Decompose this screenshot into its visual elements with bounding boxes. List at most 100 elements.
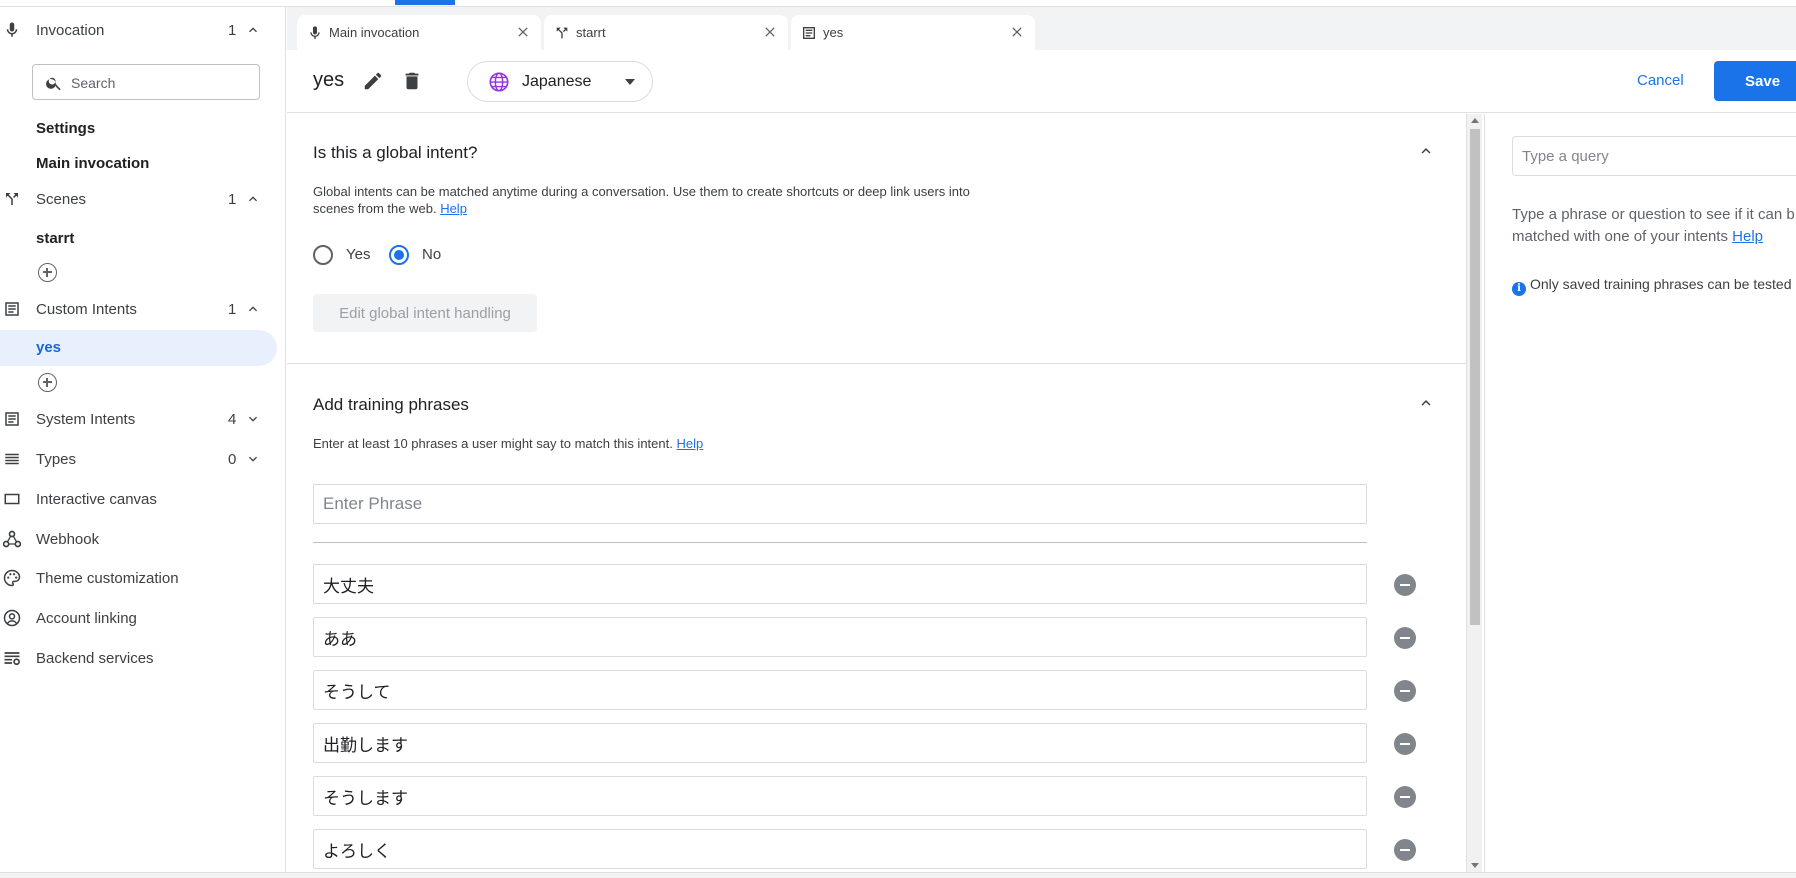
sidebar-item-label: yes	[36, 339, 62, 356]
training-phrases-title: Add training phrases	[313, 395, 469, 414]
test-panel-note: i Only saved training phrases can be test…	[1512, 276, 1792, 296]
test-panel-description: Type a phrase or question to see if it c…	[1512, 204, 1796, 248]
description-line-2: scenes from the web.	[313, 201, 437, 216]
bottom-border	[0, 872, 1796, 878]
global-intent-description: Global intents can be matched anytime du…	[313, 183, 970, 217]
info-icon: i	[1512, 282, 1526, 296]
sidebar-section-invocation[interactable]: Invocation 1	[0, 12, 286, 48]
test-panel: Type a phrase or question to see if it c…	[1484, 114, 1796, 872]
scroll-up-arrow-icon[interactable]	[1471, 118, 1479, 123]
top-progress-strip	[0, 0, 1796, 7]
remove-circle-icon[interactable]	[1394, 786, 1416, 808]
globe-icon	[489, 72, 509, 92]
sidebar-section-types[interactable]: Types 0	[0, 441, 286, 477]
help-link[interactable]: Help	[676, 436, 703, 451]
radio-no[interactable]	[389, 245, 409, 265]
remove-circle-icon[interactable]	[1394, 733, 1416, 755]
sidebar-section-label: Custom Intents	[36, 300, 137, 318]
sidebar-item-label: Interactive canvas	[36, 490, 157, 508]
sidebar-item-label: Webhook	[36, 530, 100, 548]
sidebar-item-account-linking[interactable]: Account linking	[0, 600, 286, 636]
chevron-up-icon[interactable]	[245, 301, 261, 317]
chevron-up-icon[interactable]	[245, 191, 261, 207]
training-phrase-input[interactable]	[313, 723, 1367, 763]
training-phrase-input[interactable]	[313, 670, 1367, 710]
global-intent-title: Is this a global intent?	[313, 143, 478, 162]
description-text: Enter at least 10 phrases a user might s…	[313, 436, 673, 451]
sidebar-item-webhook[interactable]: Webhook	[0, 521, 286, 557]
add-intent-icon[interactable]	[38, 373, 57, 392]
sidebar-item-scene-starrt[interactable]: starrt	[36, 230, 74, 247]
mic-icon	[0, 18, 24, 42]
save-button[interactable]: Save	[1714, 61, 1796, 101]
chevron-up-icon[interactable]	[1417, 142, 1435, 160]
enter-phrase-input[interactable]	[313, 484, 1367, 524]
sidebar-section-custom-intents[interactable]: Custom Intents 1	[0, 291, 286, 327]
sidebar-item-main-invocation[interactable]: Main invocation	[36, 155, 149, 172]
input-underline	[313, 542, 1367, 543]
sidebar-section-label: Types	[36, 450, 77, 468]
tab-label: Main invocation	[329, 25, 420, 40]
tab-main-invocation[interactable]: Main invocation	[297, 15, 541, 50]
sidebar-section-count: 4	[228, 410, 237, 428]
add-scene-icon[interactable]	[38, 263, 57, 282]
close-icon[interactable]	[515, 24, 531, 40]
description-line-2: matched with one of your intents	[1512, 228, 1728, 245]
sidebar-item-settings[interactable]: Settings	[36, 120, 95, 137]
list-icon	[0, 297, 24, 321]
sidebar-section-scenes[interactable]: Scenes 1	[0, 181, 286, 217]
tab-label: yes	[823, 25, 844, 40]
chevron-down-icon[interactable]	[245, 411, 261, 427]
remove-circle-icon[interactable]	[1394, 574, 1416, 596]
canvas-icon	[0, 487, 24, 511]
sidebar-item-backend-services[interactable]: Backend services	[0, 640, 286, 676]
scrollbar-thumb[interactable]	[1470, 129, 1480, 625]
close-icon[interactable]	[1009, 24, 1025, 40]
editor-scrollbar[interactable]	[1466, 114, 1482, 872]
list-icon	[803, 27, 815, 39]
sidebar-item-label: Account linking	[36, 609, 137, 627]
help-link[interactable]: Help	[1732, 228, 1763, 245]
scenes-icon	[0, 187, 24, 211]
edit-icon[interactable]	[362, 70, 384, 92]
tab-yes[interactable]: yes	[791, 15, 1035, 50]
remove-circle-icon[interactable]	[1394, 680, 1416, 702]
close-icon[interactable]	[762, 24, 778, 40]
sidebar-item-interactive-canvas[interactable]: Interactive canvas	[0, 481, 286, 517]
search-icon	[46, 77, 61, 91]
mic-icon	[310, 26, 320, 39]
training-phrase-input[interactable]	[313, 776, 1367, 816]
remove-circle-icon[interactable]	[1394, 627, 1416, 649]
delete-icon[interactable]	[401, 70, 423, 92]
help-link[interactable]: Help	[440, 201, 467, 216]
training-phrases-description: Enter at least 10 phrases a user might s…	[313, 435, 703, 452]
tab-starrt[interactable]: starrt	[544, 15, 788, 50]
tab-label: starrt	[576, 25, 606, 40]
sidebar-item-theme-customization[interactable]: Theme customization	[0, 560, 286, 596]
chevron-up-icon[interactable]	[245, 22, 261, 38]
page-title: yes	[313, 69, 345, 91]
intent-editor: Is this a global intent? Global intents …	[287, 114, 1467, 872]
language-select[interactable]: Japanese	[467, 61, 653, 102]
training-phrase-input[interactable]	[313, 564, 1367, 604]
training-phrase-input[interactable]	[313, 617, 1367, 657]
radio-yes[interactable]	[313, 245, 333, 265]
scroll-down-arrow-icon[interactable]	[1471, 863, 1479, 868]
account-icon	[0, 606, 24, 630]
chevron-up-icon[interactable]	[1417, 394, 1435, 412]
top-accent-bar	[395, 0, 455, 5]
sidebar-search-box	[32, 64, 260, 100]
section-divider	[287, 363, 1467, 364]
training-phrase-input[interactable]	[313, 829, 1367, 869]
sidebar-item-intent-yes[interactable]: yes	[0, 330, 277, 366]
note-text: Only saved training phrases can be teste…	[1530, 276, 1792, 292]
query-input[interactable]	[1512, 136, 1796, 176]
sidebar-section-system-intents[interactable]: System Intents 4	[0, 401, 286, 437]
cancel-button[interactable]: Cancel	[1623, 62, 1698, 100]
edit-global-intent-button[interactable]: Edit global intent handling	[313, 294, 537, 332]
chevron-down-icon[interactable]	[245, 451, 261, 467]
scenes-icon	[556, 27, 568, 39]
sidebar-search-input[interactable]	[71, 73, 251, 93]
remove-circle-icon[interactable]	[1394, 839, 1416, 861]
sidebar-item-label: Backend services	[36, 649, 154, 667]
